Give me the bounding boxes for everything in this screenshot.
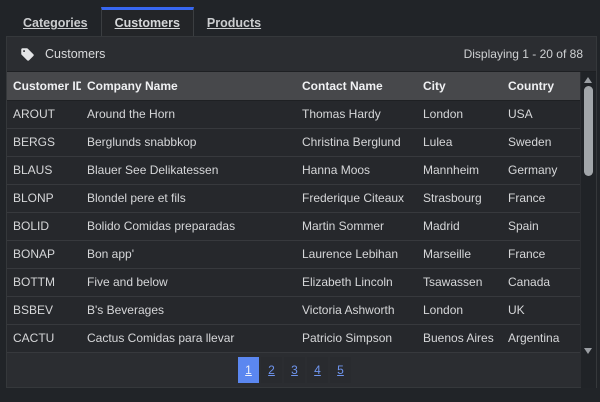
table-row[interactable]: AROUT Around the Horn Thomas Hardy Londo… [7,101,580,129]
cell-customer-id: BONAP [7,241,81,268]
tab-bar: Categories Customers Products [10,7,274,36]
table-row[interactable]: CACTU Cactus Comidas para llevar Patrici… [7,325,580,353]
cell-city: London [417,101,502,128]
cell-city: Strasbourg [417,185,502,212]
cell-contact-name: Elizabeth Lincoln [296,269,417,296]
cell-country: Argentina [502,325,580,352]
cell-company-name: Five and below [81,269,296,296]
cell-city: Madrid [417,213,502,240]
table-row[interactable]: BERGS Berglunds snabbkop Christina Bergl… [7,129,580,157]
column-header-company-name[interactable]: Company Name [81,72,296,100]
cell-company-name: Berglunds snabbkop [81,129,296,156]
cell-company-name: B's Beverages [81,297,296,324]
cell-customer-id: BERGS [7,129,81,156]
cell-contact-name: Frederique Citeaux [296,185,417,212]
cell-country: Sweden [502,129,580,156]
cell-company-name: Bolido Comidas preparadas [81,213,296,240]
cell-customer-id: BLONP [7,185,81,212]
table-row[interactable]: BLONP Blondel pere et fils Frederique Ci… [7,185,580,213]
cell-country: France [502,241,580,268]
cell-contact-name: Patricio Simpson [296,325,417,352]
cell-city: Tsawassen [417,269,502,296]
cell-country: Canada [502,269,580,296]
vertical-scrollbar[interactable] [581,72,596,388]
page-button-5[interactable]: 5 [330,357,351,383]
panel-toolbar: Customers Displaying 1 - 20 of 88 [7,37,596,72]
tag-icon [20,47,35,62]
cell-company-name: Blauer See Delikatessen [81,157,296,184]
cell-city: Marseille [417,241,502,268]
cell-city: Buenos Aires [417,325,502,352]
cell-customer-id: AROUT [7,101,81,128]
cell-customer-id: BOLID [7,213,81,240]
page-button-1[interactable]: 1 [238,357,259,383]
table-row[interactable]: BLAUS Blauer See Delikatessen Hanna Moos… [7,157,580,185]
tab-categories[interactable]: Categories [10,7,101,36]
page-button-2[interactable]: 2 [261,357,282,383]
table-row[interactable]: BOTTM Five and below Elizabeth Lincoln T… [7,269,580,297]
app-window: Categories Customers Products Customers … [0,0,600,402]
column-header-customer-id[interactable]: Customer ID [7,72,81,100]
cell-contact-name: Thomas Hardy [296,101,417,128]
cell-company-name: Bon app' [81,241,296,268]
panel-title: Customers [45,47,105,61]
pagination-bar: 1 2 3 4 5 [7,353,582,387]
cell-contact-name: Hanna Moos [296,157,417,184]
table-row[interactable]: BONAP Bon app' Laurence Lebihan Marseill… [7,241,580,269]
cell-contact-name: Laurence Lebihan [296,241,417,268]
page-button-3[interactable]: 3 [284,357,305,383]
cell-country: UK [502,297,580,324]
cell-country: USA [502,101,580,128]
cell-contact-name: Victoria Ashworth [296,297,417,324]
tab-customers[interactable]: Customers [101,7,194,36]
cell-customer-id: BOTTM [7,269,81,296]
cell-customer-id: BLAUS [7,157,81,184]
table-header-row: Customer ID Company Name Contact Name Ci… [7,72,580,101]
cell-city: Lulea [417,129,502,156]
cell-country: Spain [502,213,580,240]
column-header-country[interactable]: Country [502,72,580,100]
cell-contact-name: Christina Berglund [296,129,417,156]
cell-customer-id: BSBEV [7,297,81,324]
table-row[interactable]: BOLID Bolido Comidas preparadas Martin S… [7,213,580,241]
cell-company-name: Cactus Comidas para llevar [81,325,296,352]
cell-city: Mannheim [417,157,502,184]
cell-company-name: Around the Horn [81,101,296,128]
cell-country: France [502,185,580,212]
tab-products[interactable]: Products [194,7,274,36]
paging-status-text: Displaying 1 - 20 of 88 [464,47,583,61]
page-button-4[interactable]: 4 [307,357,328,383]
cell-city: London [417,297,502,324]
scroll-up-arrow-icon[interactable] [584,77,592,83]
column-header-city[interactable]: City [417,72,502,100]
cell-contact-name: Martin Sommer [296,213,417,240]
cell-company-name: Blondel pere et fils [81,185,296,212]
table-row[interactable]: BSBEV B's Beverages Victoria Ashworth Lo… [7,297,580,325]
cell-customer-id: CACTU [7,325,81,352]
column-header-contact-name[interactable]: Contact Name [296,72,417,100]
scrollbar-thumb[interactable] [584,86,593,176]
scroll-down-arrow-icon[interactable] [584,348,592,354]
customers-panel: Customers Displaying 1 - 20 of 88 Custom… [6,36,597,388]
cell-country: Germany [502,157,580,184]
table-body: AROUT Around the Horn Thomas Hardy Londo… [7,101,596,353]
